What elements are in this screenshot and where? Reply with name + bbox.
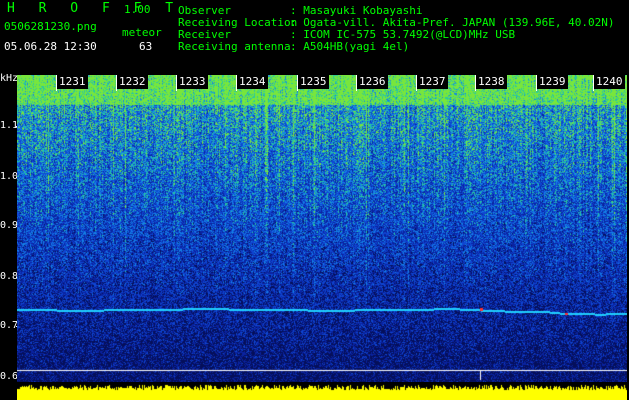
y-tick-label: 1.0	[0, 171, 19, 182]
y-tick-label: 0.8	[0, 271, 19, 282]
time-tick	[236, 75, 237, 91]
time-label: 1235	[298, 75, 329, 89]
info-label-antenna: Receiving antenna	[178, 40, 291, 53]
signal-level-bar	[17, 382, 627, 400]
time-tick	[56, 75, 57, 91]
app-version: 1.00	[124, 3, 151, 16]
meteor-count: 63	[139, 40, 153, 53]
time-tick	[475, 75, 476, 91]
info-value-antenna: : A504HB(yagi 4el)	[290, 40, 410, 53]
time-label: 1233	[177, 75, 208, 89]
time-tick	[176, 75, 177, 91]
time-label: 1240	[594, 75, 625, 89]
y-tick-label: 1.1	[0, 120, 19, 131]
mode-label: meteor	[122, 26, 162, 39]
y-tick-label: 0.6	[0, 371, 19, 382]
time-tick	[416, 75, 417, 91]
time-label: 1236	[357, 75, 388, 89]
time-label: 1239	[537, 75, 568, 89]
file-name: 0506281230.png	[4, 20, 97, 33]
time-label: 1231	[57, 75, 88, 89]
time-tick	[593, 75, 594, 91]
y-tick-label: 0.9	[0, 220, 19, 231]
header-panel: H R O F F T 1.00 0506281230.png meteor 0…	[0, 0, 629, 74]
time-tick	[297, 75, 298, 91]
time-label: 1232	[117, 75, 148, 89]
y-tick-label: 0.7	[0, 320, 19, 331]
app-title: H R O F F T	[7, 1, 182, 16]
time-tick	[356, 75, 357, 91]
time-label: 1237	[417, 75, 448, 89]
date-time: 05.06.28 12:30	[4, 40, 97, 53]
time-label: 1234	[237, 75, 268, 89]
time-label: 1238	[476, 75, 507, 89]
time-tick	[116, 75, 117, 91]
y-axis-unit: kHz	[0, 73, 19, 84]
spectrogram-canvas	[17, 75, 627, 383]
time-tick	[536, 75, 537, 91]
